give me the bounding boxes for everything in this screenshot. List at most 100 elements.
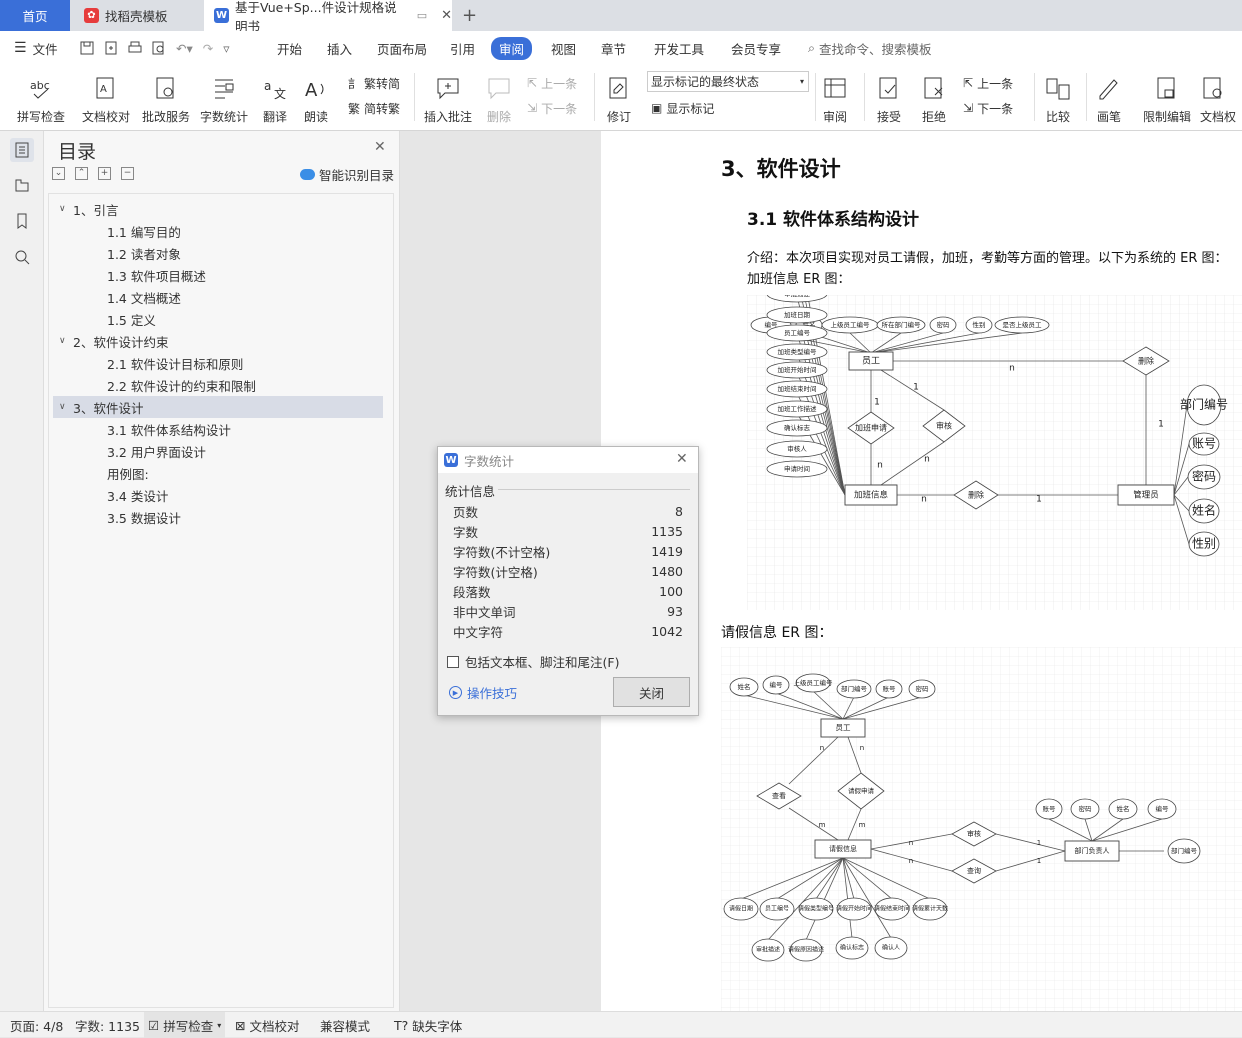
toc-item[interactable]: 1.1 编写目的 [53,220,383,242]
er-label: 编号 [1156,804,1170,813]
tab-document[interactable]: W 基于Vue+Sp...件设计规格说明书 ▭ ✕ [204,0,452,34]
er-label: 加班申请 [855,423,887,433]
undo-icon[interactable]: ↶▾ [176,41,193,56]
reject-button[interactable]: 拒绝 [917,67,951,125]
doc-permission-button[interactable]: 文档权 [1200,67,1242,125]
redo-icon[interactable]: ↷ [203,41,213,56]
checkbox-box[interactable] [447,655,459,668]
toc-item[interactable]: 2.2 软件设计的约束和限制 [53,374,383,396]
chapter-nav-icon[interactable] [10,173,34,197]
prev-change-button[interactable]: ⇱ 上一条 [963,73,1013,93]
show-markup-button[interactable]: ▣ 显示标记 [651,98,714,118]
dialog-titlebar[interactable]: W 字数统计 [438,447,698,473]
close-button[interactable]: 关闭 [613,677,690,707]
review-pane-icon [822,76,848,102]
next-change-button[interactable]: ⇲ 下一条 [963,98,1013,118]
include-textbox-checkbox[interactable]: 包括文本框、脚注和尾注(F) [447,652,619,671]
customize-icon[interactable]: ▿ [223,41,229,56]
expand-icon[interactable]: ⌄ [52,167,65,180]
word-count-indicator[interactable]: 字数: 1135 [75,1012,140,1038]
compare-button[interactable]: 比较 [1040,67,1076,125]
toc-item[interactable]: ∨ 1、引言 [53,198,383,220]
smart-toc-button[interactable]: 智能识别目录 [300,165,394,184]
toc-item[interactable]: 2.1 软件设计目标和原则 [53,352,383,374]
menu-chapter[interactable]: 章节 [601,31,626,65]
restrict-edit-button[interactable]: 限制编辑 [1141,67,1193,125]
stat-row: 页数 8 [453,501,683,521]
add-level-icon[interactable]: + [98,167,111,180]
er-label: 所在部门编号 [882,320,922,329]
insert-comment-button[interactable]: 插入批注 [422,67,474,125]
chevron-down-icon[interactable]: ∨ [59,336,73,346]
status-spell-check[interactable]: ☑ 拼写检查 ▾ [144,1012,226,1038]
menu-devtools[interactable]: 开发工具 [654,31,704,65]
menu-view[interactable]: 视图 [551,31,576,65]
toc-item[interactable]: 3.4 类设计 [53,484,383,506]
tab-template[interactable]: ✿ 找稻壳模板 [72,0,202,31]
print-icon[interactable] [128,41,142,55]
toc-item[interactable]: 1.2 读者对象 [53,242,383,264]
page-indicator[interactable]: 页面: 4/8 [10,1012,63,1038]
er-label: 请假结束时间 [874,905,910,913]
toc-pane-icon[interactable] [10,138,34,162]
accept-button[interactable]: 接受 [872,67,906,125]
remove-level-icon[interactable]: − [121,167,134,180]
toc-item[interactable]: 1.3 软件项目概述 [53,264,383,286]
menu-start[interactable]: 开始 [277,31,302,65]
command-search[interactable]: ⌕ 查找命令、搜索模板 [808,31,932,65]
export-icon[interactable] [104,41,118,55]
print-preview-icon[interactable] [152,41,166,55]
tab-home[interactable]: 首页 [0,0,70,31]
screen-icon[interactable]: ▭ [417,9,427,22]
er-label: 查询 [967,866,981,875]
er-label: 1 [1037,839,1041,847]
toc-item[interactable]: 1.5 定义 [53,308,383,330]
toc-item[interactable]: 1.4 文档概述 [53,286,383,308]
close-tab-icon[interactable]: ✕ [441,8,452,23]
translate-button[interactable]: a文 翻译 [258,67,292,125]
collapse-icon[interactable]: ⌃ [75,167,88,180]
toc-item-label: 1.1 编写目的 [107,224,181,240]
toc-item[interactable]: 3.5 数据设计 [53,506,383,528]
annot-service-button[interactable]: 批改服务 [140,67,192,125]
hamburger-icon: ☰ [14,40,27,56]
s2t-button[interactable]: 繁简转繁 [348,98,400,118]
toc-item[interactable]: 3.1 软件体系结构设计 [53,418,383,440]
menu-review[interactable]: 审阅 [491,31,533,65]
er-label: m [859,821,866,829]
tips-link[interactable]: ▶ 操作技巧 [449,683,517,702]
revise-button[interactable]: 修订 [602,67,636,125]
save-icon[interactable] [80,41,94,55]
chevron-down-icon[interactable]: ∨ [59,204,73,214]
doc-check-button[interactable]: A 文档校对 [80,67,132,125]
toc-item[interactable]: ∨ 2、软件设计约束 [53,330,383,352]
find-icon[interactable] [10,245,34,269]
close-icon[interactable]: ✕ [374,139,386,155]
markup-state-select[interactable]: 显示标记的最终状态 ▾ [647,71,809,92]
file-menu[interactable]: ☰ 文件 [14,31,58,65]
next-comment-button[interactable]: ⇲ 下一条 [527,98,577,118]
menu-insert[interactable]: 插入 [327,31,352,65]
er-label: 1 [1036,495,1042,505]
menu-reference[interactable]: 引用 [450,31,475,65]
toc-item[interactable]: ∨ 3、软件设计 [53,396,383,418]
chevron-down-icon[interactable]: ∨ [59,402,73,412]
review-pane-button[interactable]: 审阅 [818,67,852,125]
menu-member[interactable]: 会员专享 [731,31,781,65]
spell-check-button[interactable]: abc 拼写检查 [12,67,70,125]
read-aloud-button[interactable]: A 朗读 [302,67,330,125]
bookmark-icon[interactable] [10,209,34,233]
pen-button[interactable]: 画笔 [1094,67,1124,125]
close-icon[interactable]: ✕ [676,451,688,467]
status-doc-check[interactable]: ⊠ 文档校对 [235,1012,300,1038]
menu-layout[interactable]: 页面布局 [377,31,427,65]
prev-comment-button[interactable]: ⇱ 上一条 [527,73,577,93]
delete-comment-button[interactable]: 删除 [480,67,518,125]
word-count-button[interactable]: 字数统计 [199,67,249,125]
t2s-button[interactable]: 訁繁转简 [348,73,400,93]
missing-font[interactable]: T? 缺失字体 [394,1012,462,1038]
new-tab-icon[interactable]: + [462,0,482,31]
toc-item[interactable]: 用例图: [53,462,383,484]
toc-item[interactable]: 3.2 用户界面设计 [53,440,383,462]
er-label: n [877,461,883,471]
